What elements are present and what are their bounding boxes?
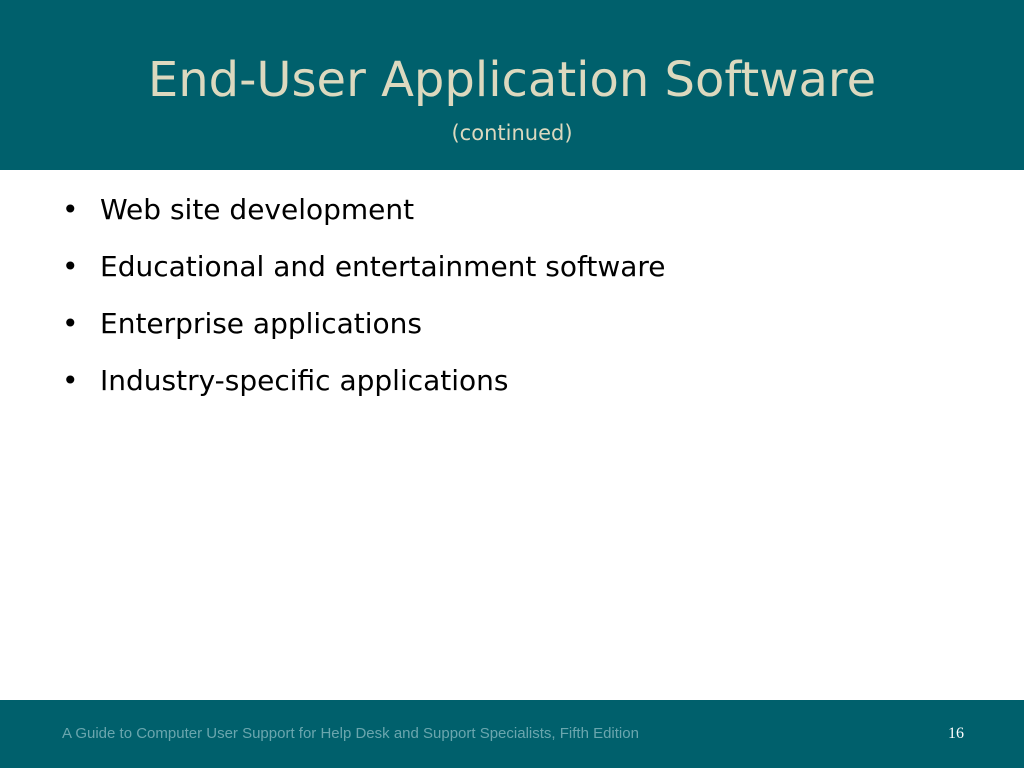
bullet-item: • Web site development: [62, 190, 962, 247]
bullet-item: • Enterprise applications: [62, 304, 962, 361]
bullet-text: Educational and entertainment software: [100, 250, 666, 283]
slide: End-User Application Software (continued…: [0, 0, 1024, 768]
bullet-item: • Educational and entertainment software: [62, 247, 962, 304]
bullet-item: • Industry-specific applications: [62, 361, 962, 418]
bullet-text: Enterprise applications: [100, 307, 422, 340]
bullet-text: Web site development: [100, 193, 415, 226]
slide-title: End-User Application Software: [147, 52, 877, 108]
bullet-dot: •: [62, 193, 79, 226]
bullet-dot: •: [62, 364, 79, 397]
footer-text: A Guide to Computer User Support for Hel…: [62, 725, 639, 742]
title-banner: End-User Application Software (continued…: [0, 0, 1024, 170]
slide-subtitle: (continued): [451, 121, 573, 145]
footer-bar: A Guide to Computer User Support for Hel…: [0, 700, 1024, 768]
bullet-text: Industry-specific applications: [100, 364, 509, 397]
bullet-dot: •: [62, 250, 79, 283]
bullet-dot: •: [62, 307, 79, 340]
bullet-list: • Web site development • Educational and…: [62, 190, 962, 418]
page-number: 16: [948, 725, 964, 742]
